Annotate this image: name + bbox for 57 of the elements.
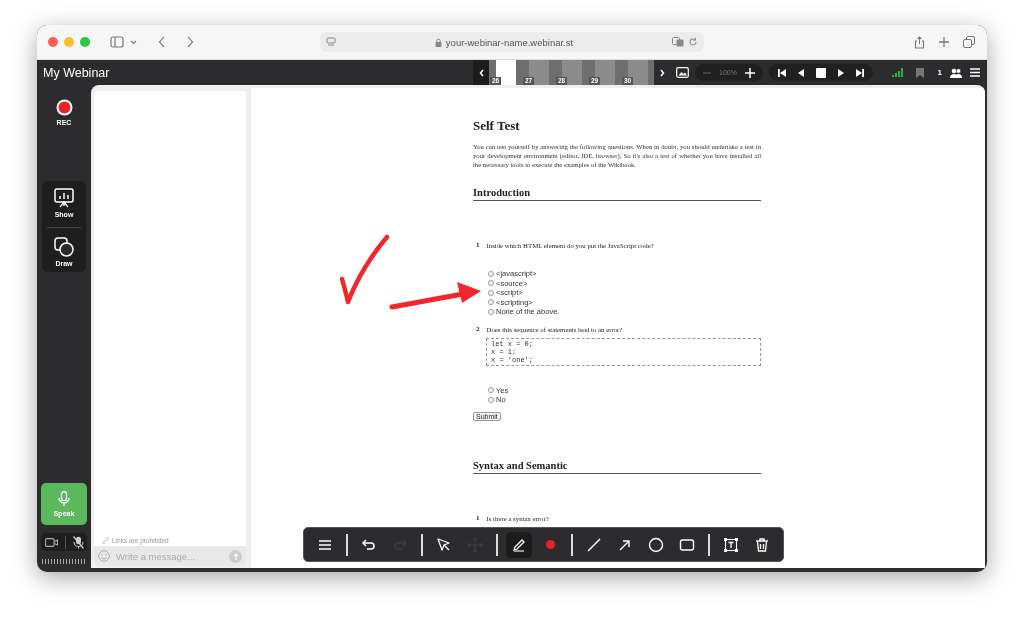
radio-button[interactable] [488,308,494,315]
rectangle-icon [679,536,695,553]
circle-icon [648,536,664,553]
chevron-down-icon[interactable] [130,39,137,45]
last-slide-icon[interactable] [855,68,864,77]
first-slide-icon[interactable] [777,68,786,77]
new-tab-icon[interactable] [938,35,950,48]
menu-icon[interactable] [970,68,980,77]
radio-button[interactable] [488,387,494,394]
undo-icon [361,536,377,553]
image-icon[interactable] [676,67,689,78]
record-icon [55,99,73,116]
trash-icon [754,536,770,553]
radio-button[interactable] [488,396,494,403]
line-icon [586,536,602,553]
section-heading: Introduction [473,186,761,201]
translate-icon[interactable] [672,37,684,47]
radio-button[interactable] [488,299,494,306]
share-icon[interactable] [914,35,925,49]
chevron-left-icon [478,68,484,77]
signal-icon [891,68,904,77]
tabs-overview-icon[interactable] [963,35,975,48]
address-bar[interactable]: your-webinar-name.webinar.st [320,32,704,52]
app-title: My Webinar [42,65,111,80]
radio-button[interactable] [488,280,494,287]
bookmark-icon[interactable] [915,67,924,78]
pencil-button[interactable] [506,531,532,558]
next-slide-icon[interactable] [837,68,844,77]
microphone-muted-icon[interactable] [72,535,84,549]
url-text: your-webinar-name.webinar.st [445,36,574,48]
zoom-in-icon[interactable] [744,67,755,78]
page-icon [326,37,336,47]
text-box-icon [723,536,739,553]
back-icon[interactable] [158,36,166,48]
close-window-button[interactable] [48,37,58,47]
presentation-icon [54,188,74,208]
shapes-icon [54,237,74,257]
sidebar-icon[interactable] [110,36,124,48]
participant-count: 1 [937,68,942,77]
previous-slides-button[interactable] [473,60,489,85]
radio-button[interactable] [488,289,494,296]
radio-button[interactable] [488,270,494,277]
stop-icon[interactable] [815,67,826,78]
cursor-icon [436,536,452,553]
arrow-up-icon [232,552,239,560]
reload-icon[interactable] [688,37,698,47]
checkmark-drawing [339,234,390,305]
forward-icon[interactable] [186,36,194,48]
document-title: Self Test [473,118,521,134]
link-icon [102,537,109,544]
section-heading: Syntax and Semantic [473,458,761,474]
chevron-right-icon [659,68,665,77]
people-icon[interactable] [950,67,962,78]
previous-slide-icon[interactable] [797,68,804,77]
lock-icon [434,37,442,47]
microphone-icon [58,491,70,507]
camera-icon[interactable] [44,537,58,547]
